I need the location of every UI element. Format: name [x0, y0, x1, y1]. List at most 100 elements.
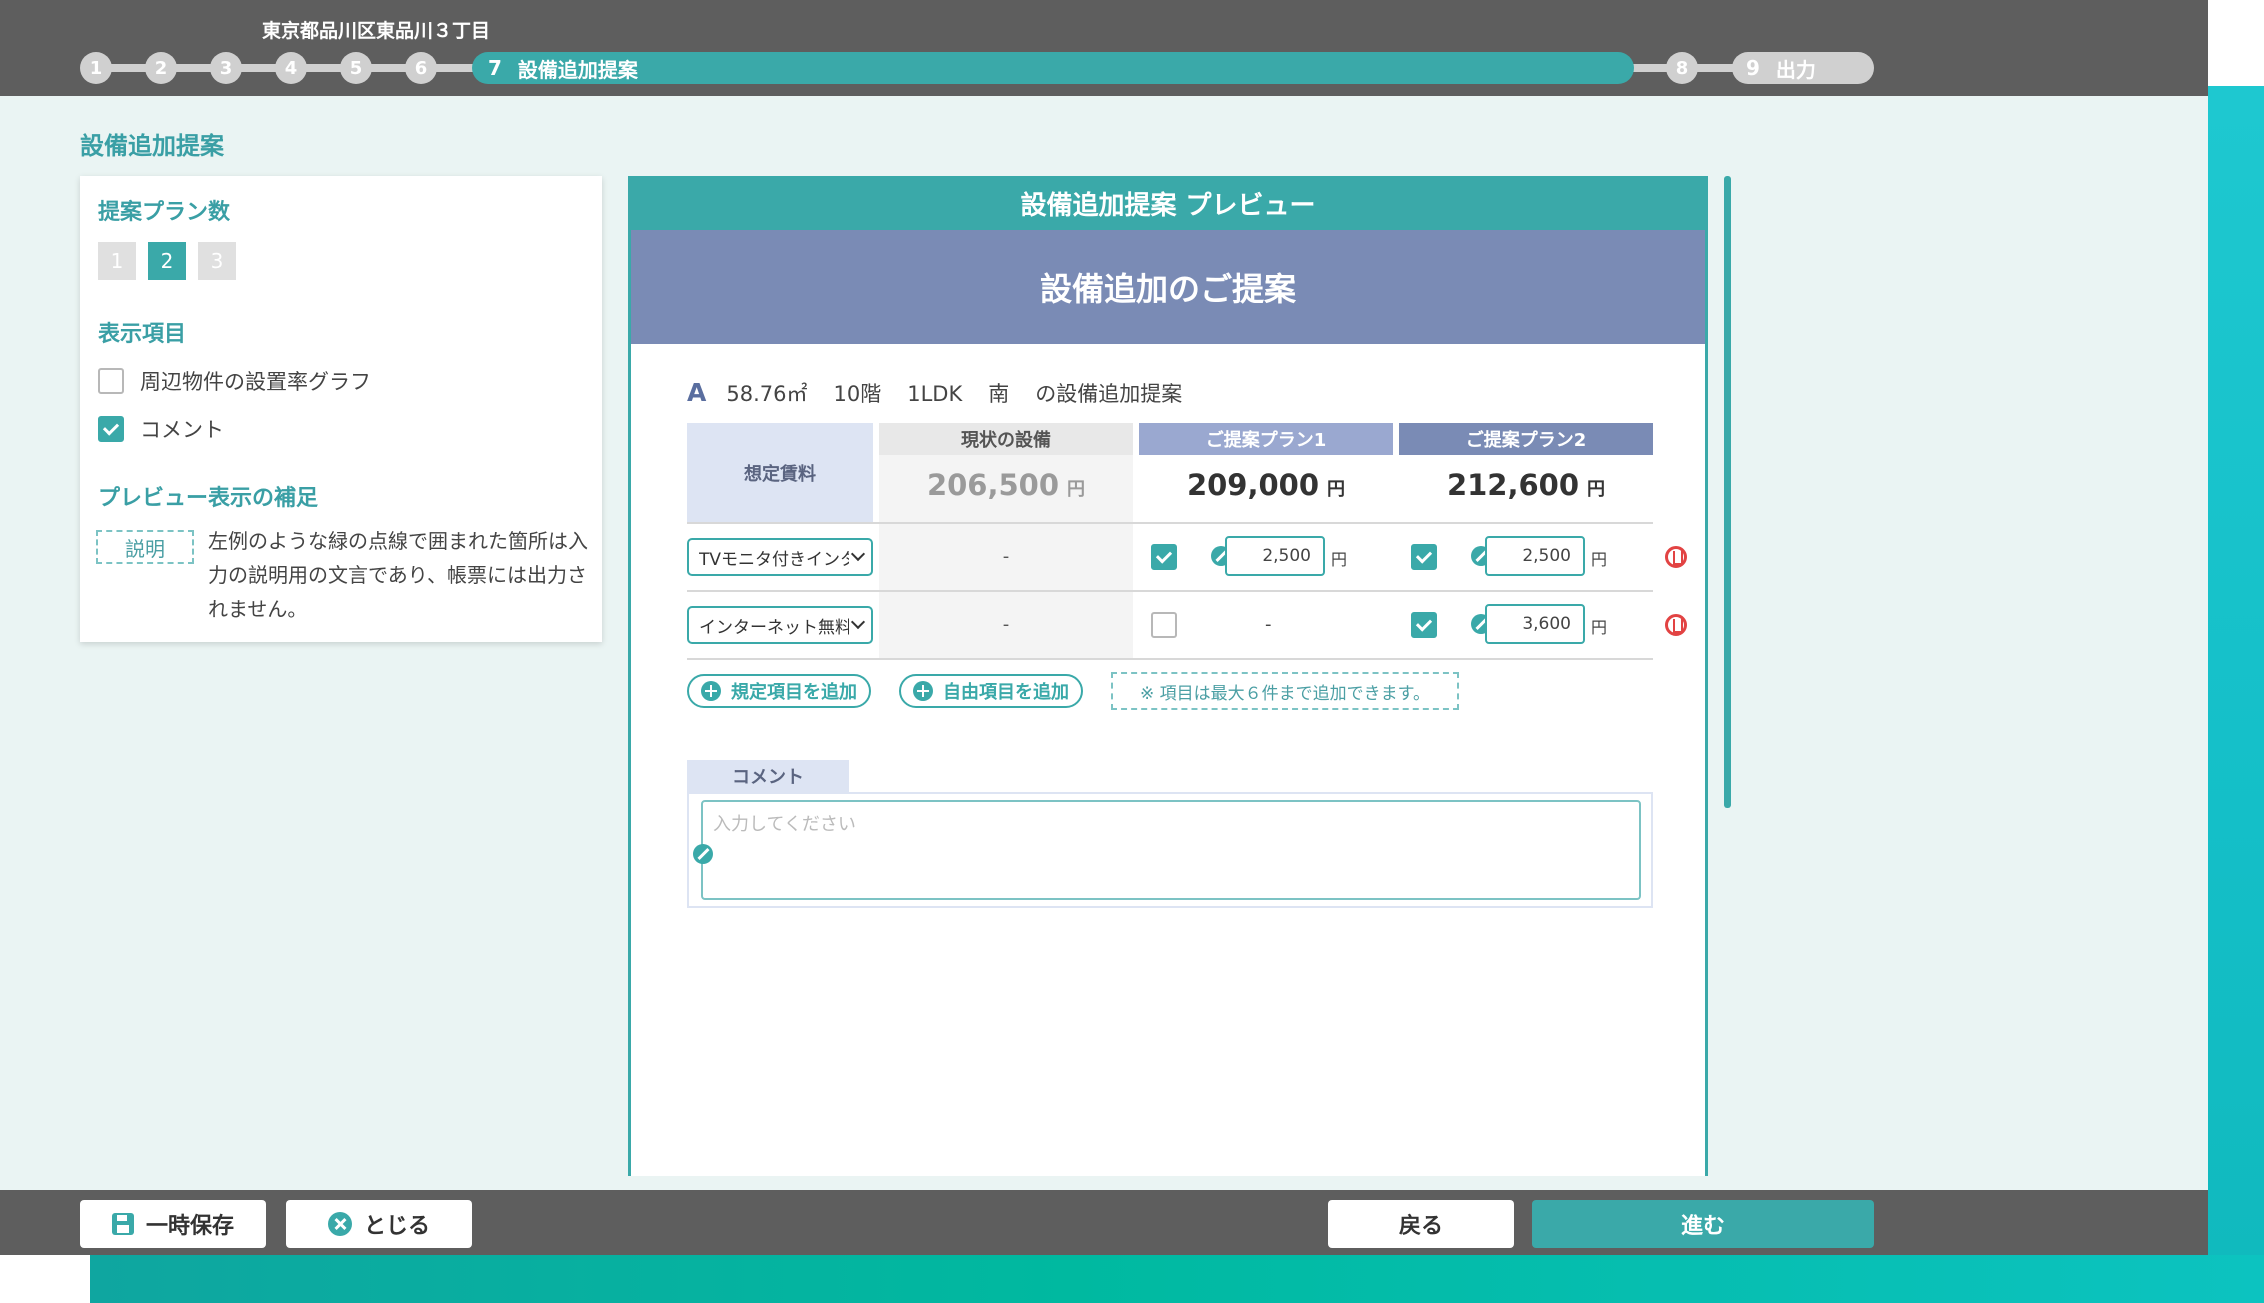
comment-label: コメント: [687, 760, 849, 792]
property-info-line: A 58.76㎡ 10階 1LDK 南 の設備追加提案: [687, 378, 1182, 408]
comment-option-label: コメント: [140, 418, 224, 442]
plus-icon: [913, 681, 933, 701]
room-letter: A: [687, 378, 707, 407]
display-items-title: 表示項目: [98, 322, 187, 347]
item1-plan1-unit: 円: [1331, 550, 1348, 569]
comment-textarea[interactable]: 入力してください: [701, 800, 1641, 900]
plan1-rent: 209,000 円: [1139, 468, 1393, 502]
plan2-header: ご提案プラン2: [1399, 423, 1653, 455]
property-address: 東京都品川区東品川３丁目: [262, 20, 491, 42]
back-button[interactable]: 戻る: [1328, 1200, 1514, 1248]
room-direction: 南: [988, 382, 1010, 406]
description-sample-box: 説明: [96, 530, 194, 564]
room-area: 58.76㎡: [726, 382, 808, 406]
item-select-1[interactable]: TVモニタ付きインターホン: [687, 538, 873, 576]
item2-plan1-value: -: [1265, 614, 1272, 635]
plus-icon: [701, 681, 721, 701]
step-8[interactable]: 8: [1666, 52, 1698, 84]
decorative-bottom-band: [90, 1255, 2264, 1303]
step-3[interactable]: 3: [210, 52, 242, 84]
add-free-item-button[interactable]: 自由項目を追加: [899, 674, 1083, 708]
item1-plan1-amount-input[interactable]: 2,500: [1225, 536, 1325, 576]
plan-count-title: 提案プラン数: [98, 200, 231, 225]
item1-plan2-unit: 円: [1591, 550, 1608, 569]
comment-checkbox[interactable]: [98, 416, 124, 442]
step-9[interactable]: 9 出力: [1732, 52, 1874, 84]
preview-panel: 設備追加提案 プレビュー 設備追加のご提案 A 58.76㎡ 10階 1LDK …: [628, 176, 1708, 1176]
plan1-rent-value: 209,000: [1186, 468, 1320, 502]
room-layout: 1LDK: [907, 382, 963, 406]
plan-count-1-button[interactable]: 1: [98, 242, 136, 280]
plan2-rent-value: 212,600: [1446, 468, 1580, 502]
step-6[interactable]: 6: [405, 52, 437, 84]
add-free-item-label: 自由項目を追加: [943, 682, 1069, 703]
app-window: 東京都品川区東品川３丁目 1 2 3 4 5 6 7 設備追加提案 8 9 出力…: [0, 0, 2208, 1255]
max-items-note: ※ 項目は最大６件まで追加できます。: [1111, 672, 1459, 710]
comment-option[interactable]: コメント: [98, 414, 224, 444]
plan2-rent-unit: 円: [1587, 479, 1606, 500]
temp-save-button[interactable]: 一時保存: [80, 1200, 266, 1248]
delete-icon[interactable]: [1665, 614, 1687, 636]
close-icon: [327, 1212, 352, 1236]
item1-plan2-checkbox-wrap[interactable]: [1411, 544, 1437, 570]
row-divider: [687, 590, 1653, 592]
item2-current-value: -: [1002, 614, 1010, 635]
preview-note-title: プレビュー表示の補足: [98, 486, 319, 511]
plan-count-3-button[interactable]: 3: [198, 242, 236, 280]
delete-icon[interactable]: [1665, 546, 1687, 568]
footer-bar: 一時保存 とじる 戻る 進む: [0, 1190, 2208, 1255]
room-floor: 10階: [833, 382, 882, 406]
item2-plan1-checkbox-wrap[interactable]: [1151, 612, 1177, 638]
item2-plan1-checkbox[interactable]: [1151, 612, 1177, 638]
plan-count-2-button[interactable]: 2: [148, 242, 186, 280]
estimated-rent-label: 想定賃料: [687, 423, 873, 523]
item-select-2-value: インターネット無料: [699, 617, 849, 638]
item2-plan2-unit: 円: [1591, 618, 1608, 637]
close-label: とじる: [363, 1214, 430, 1239]
add-standard-item-button[interactable]: 規定項目を追加: [687, 674, 871, 708]
preview-scrollbar[interactable]: [1724, 176, 1731, 808]
step-4[interactable]: 4: [275, 52, 307, 84]
next-button[interactable]: 進む: [1532, 1200, 1874, 1248]
item1-plan1-checkbox[interactable]: [1151, 544, 1177, 570]
row-divider: [687, 522, 1653, 524]
step-5[interactable]: 5: [340, 52, 372, 84]
current-rent: 206,500 円: [879, 468, 1133, 502]
step-1[interactable]: 1: [80, 52, 112, 84]
progress-header: 東京都品川区東品川３丁目 1 2 3 4 5 6 7 設備追加提案 8 9 出力: [0, 0, 2208, 96]
preview-note-text: 左例のような緑の点線で囲まれた箇所は入力の説明用の文言であり、帳票には出力されま…: [208, 529, 588, 621]
decorative-side-band: [2208, 86, 2264, 1303]
graph-option-label: 周辺物件の設置率グラフ: [140, 370, 371, 394]
temp-save-label: 一時保存: [145, 1214, 234, 1239]
current-equipment-header: 現状の設備: [879, 423, 1133, 455]
preview-header: 設備追加提案 プレビュー: [631, 176, 1705, 230]
plan2-rent: 212,600 円: [1399, 468, 1653, 502]
step-2[interactable]: 2: [145, 52, 177, 84]
graph-checkbox[interactable]: [98, 368, 124, 394]
settings-card: 提案プラン数 1 2 3 表示項目 周辺物件の設置率グラフ コメント プレビュー…: [80, 176, 602, 642]
step-9-number: 9: [1746, 56, 1760, 80]
current-rent-unit: 円: [1067, 479, 1086, 500]
plan1-rent-unit: 円: [1327, 479, 1346, 500]
close-button[interactable]: とじる: [286, 1200, 472, 1248]
item2-plan2-amount-input[interactable]: 3,600: [1485, 604, 1585, 644]
item-select-1-value: TVモニタ付きインターホン: [699, 549, 849, 570]
item1-plan1-checkbox-wrap[interactable]: [1151, 544, 1177, 570]
graph-option[interactable]: 周辺物件の設置率グラフ: [98, 366, 371, 396]
item2-plan2-checkbox-wrap[interactable]: [1411, 612, 1437, 638]
pencil-icon: [693, 844, 713, 864]
page-title: 設備追加提案: [80, 132, 224, 160]
item2-plan2-checkbox[interactable]: [1411, 612, 1437, 638]
item1-current-value: -: [1002, 546, 1010, 567]
item1-plan2-amount-input[interactable]: 2,500: [1485, 536, 1585, 576]
item1-plan2-checkbox[interactable]: [1411, 544, 1437, 570]
plan1-header: ご提案プラン1: [1139, 423, 1393, 455]
chevron-down-icon: [850, 546, 866, 562]
row-divider: [687, 658, 1653, 660]
current-rent-value: 206,500: [926, 468, 1060, 502]
info-suffix: の設備追加提案: [1035, 382, 1183, 406]
step-7-label: 設備追加提案: [517, 57, 638, 82]
step-7-number: 7: [488, 56, 502, 80]
item-select-2[interactable]: インターネット無料: [687, 606, 873, 644]
comment-box: 入力してください: [687, 792, 1653, 908]
